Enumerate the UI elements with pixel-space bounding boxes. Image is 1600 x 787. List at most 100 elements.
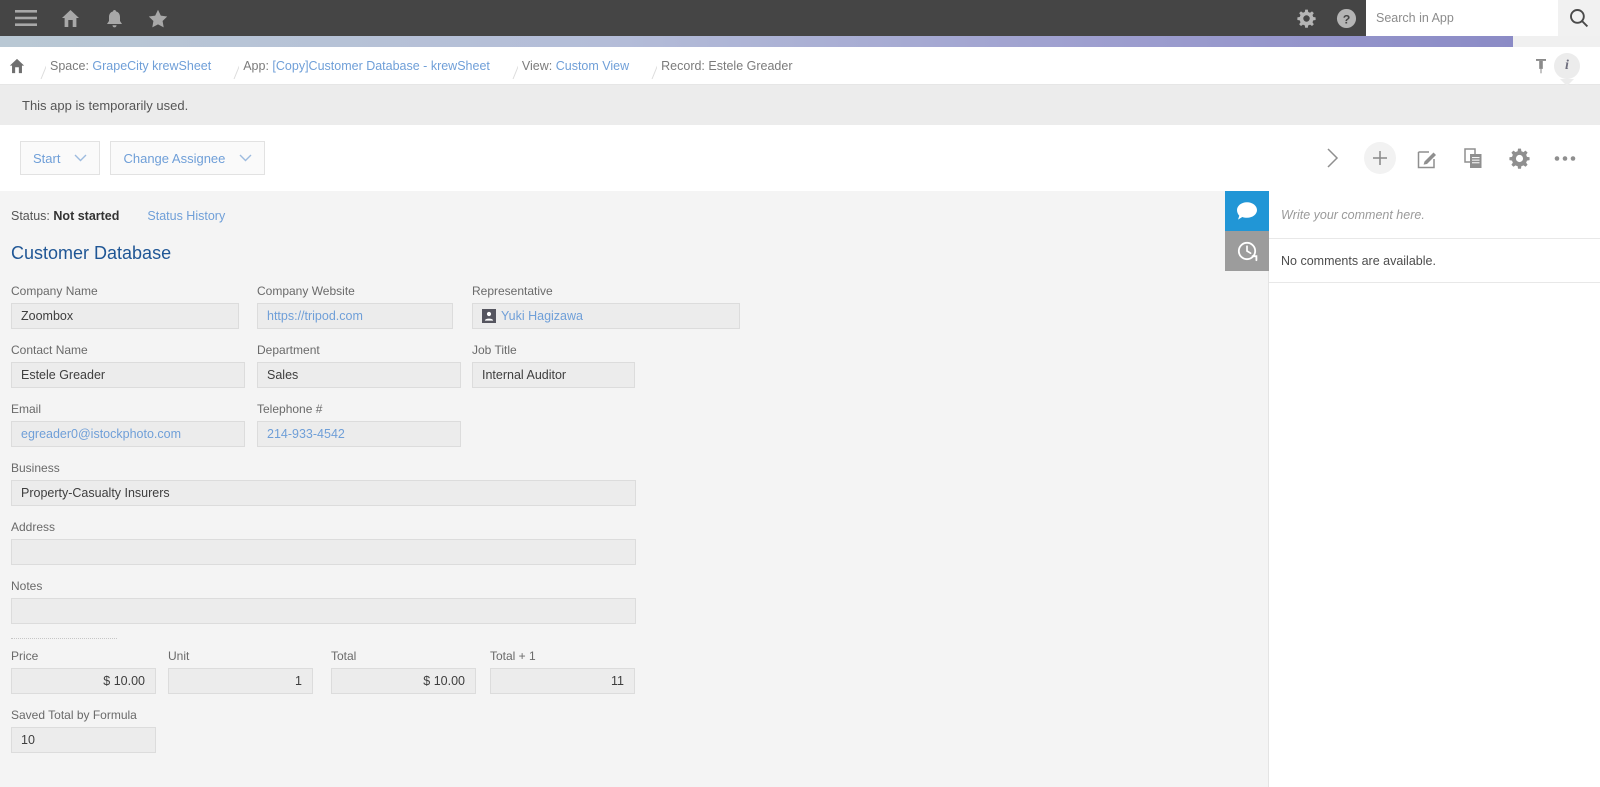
status-history-link[interactable]: Status History xyxy=(147,209,225,223)
app-notice-bar: This app is temporarily used. xyxy=(0,85,1600,125)
field-label: Job Title xyxy=(472,343,517,357)
change-assignee-button[interactable]: Change Assignee xyxy=(110,141,266,175)
field-label: Total xyxy=(331,649,357,663)
field-label: Notes xyxy=(11,579,43,593)
representative-name[interactable]: Yuki Hagizawa xyxy=(501,309,583,323)
avatar-icon xyxy=(482,309,496,323)
form-row: Contact Name Estele Greader Department S… xyxy=(11,343,1268,388)
field-label: Contact Name xyxy=(11,343,88,357)
field-unit: Unit 1 xyxy=(168,649,331,694)
breadcrumb-view-value[interactable]: Custom View xyxy=(556,59,629,73)
breadcrumb-item-app[interactable]: App: [Copy]Customer Database - krewSheet xyxy=(225,47,504,85)
breadcrumb-space-value[interactable]: GrapeCity krewSheet xyxy=(92,59,211,73)
history-clock-icon xyxy=(1237,241,1258,262)
field-value-address[interactable] xyxy=(11,539,636,565)
info-badge[interactable]: i xyxy=(1554,52,1580,79)
field-value-contact-name[interactable]: Estele Greader xyxy=(11,362,245,388)
field-label: Address xyxy=(11,520,56,534)
breadcrumb-item-space[interactable]: Space: GrapeCity krewSheet xyxy=(32,47,225,85)
field-value-price[interactable]: $ 10.00 xyxy=(11,668,156,694)
breadcrumb-record-value: Estele Greader xyxy=(708,58,793,73)
field-value-email[interactable]: egreader0@istockphoto.com xyxy=(11,421,245,447)
search-container xyxy=(1366,0,1600,36)
comment-tab[interactable] xyxy=(1225,191,1269,231)
help-icon[interactable]: ? xyxy=(1326,0,1366,36)
breadcrumb-item-view[interactable]: View: Custom View xyxy=(504,47,643,85)
field-value-unit[interactable]: 1 xyxy=(168,668,313,694)
breadcrumb-home-icon[interactable] xyxy=(2,58,32,74)
comment-empty-message: No comments are available. xyxy=(1269,239,1600,283)
search-input[interactable] xyxy=(1366,0,1558,36)
history-tab[interactable] xyxy=(1225,231,1269,271)
field-address: Address xyxy=(11,520,636,565)
start-button[interactable]: Start xyxy=(20,141,101,175)
top-navigation-bar: ? xyxy=(0,0,1600,36)
form-row: Notes xyxy=(11,579,1268,624)
field-total-plus-one: Total + 1 11 xyxy=(490,649,635,694)
comment-input[interactable] xyxy=(1281,207,1588,222)
field-job-title: Job Title Internal Auditor xyxy=(472,343,635,388)
top-nav-right-group: ? xyxy=(1286,0,1600,36)
form-row: Business Property-Casualty Insurers xyxy=(11,461,1268,506)
form-row-calculations: Price $ 10.00 Unit 1 Total $ 10.00 Total… xyxy=(11,649,1268,694)
field-value-job-title[interactable]: Internal Auditor xyxy=(472,362,635,388)
plus-icon[interactable] xyxy=(1364,142,1396,174)
field-label: Saved Total by Formula xyxy=(11,708,137,722)
pin-icon[interactable] xyxy=(1534,58,1548,74)
field-label: Price xyxy=(11,649,39,663)
field-value-representative[interactable]: Yuki Hagizawa xyxy=(472,303,740,329)
bell-icon[interactable] xyxy=(94,0,134,36)
field-label: Business xyxy=(11,461,60,475)
record-action-bar: Start Change Assignee xyxy=(0,125,1600,191)
field-value-saved-total-by-formula[interactable]: 10 xyxy=(11,727,156,753)
home-icon[interactable] xyxy=(50,0,90,36)
chevron-right-icon[interactable] xyxy=(1318,143,1348,173)
record-action-icon-group xyxy=(1318,142,1580,174)
menu-icon[interactable] xyxy=(6,0,46,36)
star-icon[interactable] xyxy=(138,0,178,36)
search-button[interactable] xyxy=(1558,0,1600,36)
breadcrumb: Space: GrapeCity krewSheet App: [Copy]Cu… xyxy=(0,47,1600,85)
form-row: Address xyxy=(11,520,1268,565)
breadcrumb-app-value[interactable]: [Copy]Customer Database - krewSheet xyxy=(272,59,489,73)
field-company-website: Company Website https://tripod.com xyxy=(257,284,472,329)
field-label: Email xyxy=(11,402,42,416)
chevron-down-icon xyxy=(239,154,252,162)
field-label: Representative xyxy=(472,284,553,298)
field-value-notes[interactable] xyxy=(11,598,636,624)
field-value-company-name[interactable]: Zoombox xyxy=(11,303,239,329)
breadcrumb-separator xyxy=(32,47,46,85)
form-row: Company Name Zoombox Company Website htt… xyxy=(11,284,1268,329)
field-value-total[interactable]: $ 10.00 xyxy=(331,668,476,694)
status-row: Status: Not started Status History xyxy=(11,209,1268,223)
field-label: Unit xyxy=(168,649,190,663)
field-value-telephone[interactable]: 214-933-4542 xyxy=(257,421,461,447)
edit-icon[interactable] xyxy=(1412,143,1442,173)
ellipsis-icon[interactable] xyxy=(1550,143,1580,173)
field-label: Company Website xyxy=(257,284,355,298)
gear-icon[interactable] xyxy=(1286,0,1326,36)
field-value-business[interactable]: Property-Casualty Insurers xyxy=(11,480,636,506)
status-label: Status: xyxy=(11,209,50,223)
field-representative: Representative Yuki Hagizawa xyxy=(472,284,740,329)
field-email: Email egreader0@istockphoto.com xyxy=(11,402,257,447)
field-value-company-website[interactable]: https://tripod.com xyxy=(257,303,453,329)
gear-icon[interactable] xyxy=(1504,143,1534,173)
top-nav-icon-group xyxy=(0,0,178,36)
svg-text:?: ? xyxy=(1342,12,1350,26)
field-saved-total-by-formula: Saved Total by Formula 10 xyxy=(11,708,156,753)
field-contact-name: Contact Name Estele Greader xyxy=(11,343,257,388)
breadcrumb-space-label: Space: xyxy=(50,58,89,73)
field-value-department[interactable]: Sales xyxy=(257,362,461,388)
comment-panel: No comments are available. xyxy=(1225,191,1600,787)
change-assignee-button-label: Change Assignee xyxy=(123,150,226,166)
chevron-down-icon xyxy=(74,154,87,162)
field-value-total-plus-one[interactable]: 11 xyxy=(490,668,635,694)
theme-gradient-strip xyxy=(0,36,1513,47)
page-title: Customer Database xyxy=(11,243,172,263)
field-business: Business Property-Casualty Insurers xyxy=(11,461,636,506)
comment-panel-tabs xyxy=(1225,191,1269,271)
field-label: Telephone # xyxy=(257,402,323,416)
comment-input-row xyxy=(1269,191,1600,239)
duplicate-icon[interactable] xyxy=(1458,143,1488,173)
